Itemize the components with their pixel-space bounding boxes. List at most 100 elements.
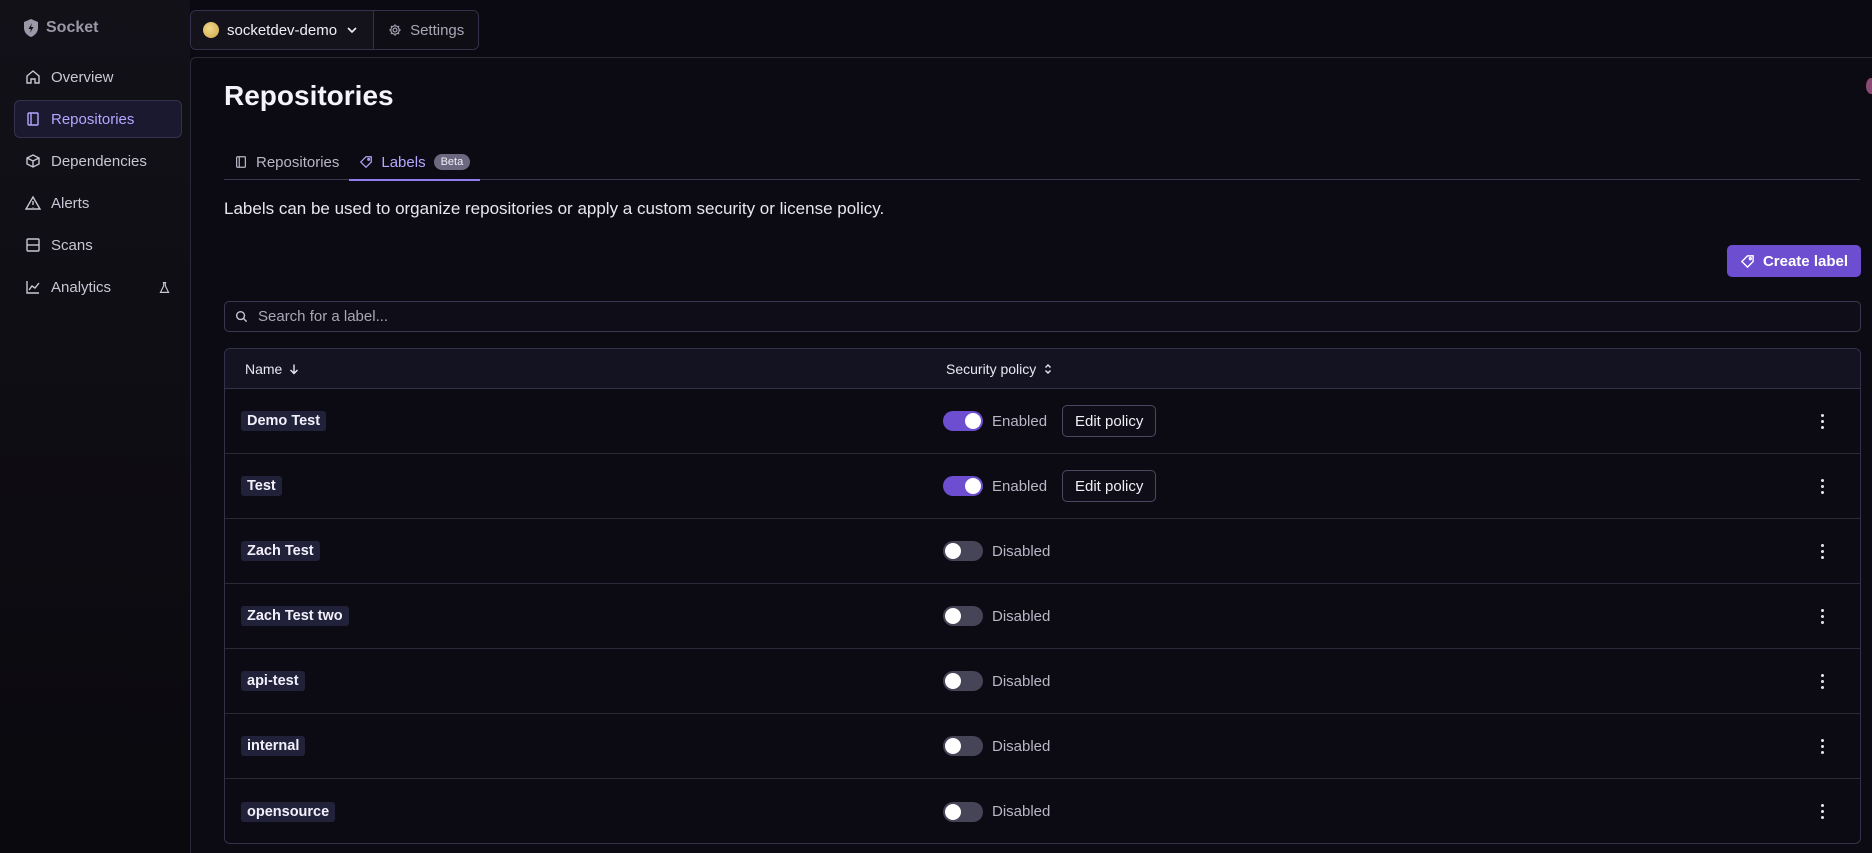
column-header-label: Name — [245, 360, 283, 377]
sort-icon — [1045, 363, 1052, 374]
policy-status: Disabled — [992, 803, 1051, 820]
create-label-button[interactable]: Create label — [1726, 245, 1861, 277]
tag-icon — [360, 156, 373, 169]
main-panel: Repositories Repositories Labels Beta La… — [190, 57, 1872, 853]
sidebar-item-analytics[interactable]: Analytics — [14, 268, 182, 306]
sidebar-item-overview[interactable]: Overview — [14, 58, 182, 96]
sidebar-item-label: Analytics — [51, 278, 112, 296]
policy-status: Disabled — [992, 672, 1051, 690]
org-switcher-group: socketdev-demo Settings — [190, 10, 480, 50]
edit-policy-button[interactable]: Edit policy — [1062, 405, 1157, 437]
search-icon — [235, 310, 248, 323]
warning-icon — [25, 195, 41, 210]
table-row: opensource Disabled — [225, 779, 1860, 843]
labels-table: Name Security policy Demo Test Enabled E… — [224, 348, 1861, 844]
tab-repositories[interactable]: Repositories — [224, 144, 349, 180]
sidebar-item-label: Alerts — [51, 194, 90, 212]
more-options-icon[interactable] — [1814, 606, 1830, 626]
book-icon — [27, 112, 39, 126]
toggle-knob — [945, 543, 961, 559]
label-name[interactable]: Zach Test — [241, 541, 320, 561]
table-row: Zach Test Disabled — [225, 519, 1860, 584]
more-options-icon[interactable] — [1814, 802, 1830, 822]
beta-badge: Beta — [433, 154, 471, 170]
settings-label: Settings — [410, 21, 465, 39]
sidebar: Socket Overview Repositories Dependencie… — [0, 0, 190, 853]
sidebar-item-alerts[interactable]: Alerts — [14, 184, 182, 222]
table-row: Zach Test two Disabled — [225, 584, 1860, 649]
org-switcher-button[interactable]: socketdev-demo — [191, 11, 375, 49]
table-row: internal Disabled — [225, 714, 1860, 779]
arrow-down-icon — [290, 364, 299, 374]
tab-bar: Repositories Labels Beta — [224, 144, 1860, 181]
policy-status: Disabled — [992, 737, 1051, 755]
scan-icon — [26, 238, 40, 252]
sidebar-item-label: Scans — [51, 236, 93, 254]
policy-toggle[interactable] — [943, 801, 983, 822]
edit-policy-button[interactable]: Edit policy — [1062, 470, 1157, 502]
policy-status: Disabled — [992, 607, 1051, 625]
org-name: socketdev-demo — [227, 21, 338, 39]
toggle-knob — [965, 478, 981, 494]
more-options-icon[interactable] — [1814, 411, 1830, 431]
more-options-icon[interactable] — [1814, 736, 1830, 756]
column-header-label: Security policy — [946, 360, 1037, 377]
flask-icon — [159, 281, 170, 293]
search-input[interactable] — [258, 308, 1838, 325]
home-icon — [26, 70, 40, 84]
table-header: Name Security policy — [225, 349, 1860, 389]
label-search — [224, 301, 1861, 332]
label-name[interactable]: Demo Test — [241, 411, 327, 431]
more-options-icon[interactable] — [1814, 541, 1830, 561]
page-title: Repositories — [224, 80, 394, 111]
toggle-knob — [965, 413, 981, 429]
toggle-knob — [945, 608, 961, 624]
sidebar-item-label: Overview — [51, 68, 114, 86]
label-name[interactable]: api-test — [241, 671, 305, 691]
tag-icon — [1740, 254, 1754, 268]
table-row: Test Enabled Edit policy — [225, 454, 1860, 519]
tab-labels[interactable]: Labels Beta — [349, 144, 481, 181]
column-header-name[interactable]: Name — [245, 361, 300, 377]
socket-logo-icon — [24, 19, 38, 37]
policy-status: Enabled — [992, 412, 1048, 430]
org-avatar — [203, 22, 219, 38]
brand-logo[interactable]: Socket — [22, 18, 98, 38]
sidebar-item-repositories[interactable]: Repositories — [14, 100, 182, 138]
settings-button[interactable]: Settings — [374, 11, 479, 49]
page-description: Labels can be used to organize repositor… — [224, 199, 885, 218]
create-label-text: Create label — [1762, 252, 1848, 270]
table-row: Demo Test Enabled Edit policy — [225, 389, 1860, 454]
tab-label: Labels — [381, 153, 426, 171]
chart-icon — [26, 281, 40, 294]
policy-toggle[interactable] — [943, 411, 983, 431]
brand-name: Socket — [46, 19, 99, 36]
sidebar-nav: Overview Repositories Dependencies Alert… — [14, 58, 182, 310]
policy-status: Enabled — [992, 477, 1048, 495]
gear-icon — [389, 24, 401, 36]
chevron-down-icon — [347, 27, 357, 34]
sidebar-item-scans[interactable]: Scans — [14, 226, 182, 264]
label-name[interactable]: opensource — [241, 801, 336, 822]
policy-toggle[interactable] — [943, 541, 983, 561]
label-name[interactable]: Zach Test two — [241, 606, 349, 626]
sidebar-item-dependencies[interactable]: Dependencies — [14, 142, 182, 180]
user-avatar[interactable] — [1866, 78, 1872, 94]
sidebar-item-label: Repositories — [51, 110, 135, 128]
policy-toggle[interactable] — [943, 476, 983, 496]
policy-toggle[interactable] — [943, 736, 983, 756]
policy-toggle[interactable] — [943, 606, 983, 626]
label-name[interactable]: internal — [241, 736, 306, 756]
label-name[interactable]: Test — [241, 476, 282, 496]
book-icon — [236, 156, 246, 168]
table-row: api-test Disabled — [225, 649, 1860, 714]
column-header-security-policy[interactable]: Security policy — [946, 361, 1054, 377]
more-options-icon[interactable] — [1814, 671, 1830, 691]
policy-status: Disabled — [992, 542, 1051, 560]
policy-toggle[interactable] — [943, 671, 983, 691]
more-options-icon[interactable] — [1814, 476, 1830, 496]
sidebar-item-label: Dependencies — [51, 152, 147, 170]
tab-label: Repositories — [256, 153, 340, 171]
toggle-knob — [945, 738, 961, 754]
package-icon — [26, 154, 40, 168]
